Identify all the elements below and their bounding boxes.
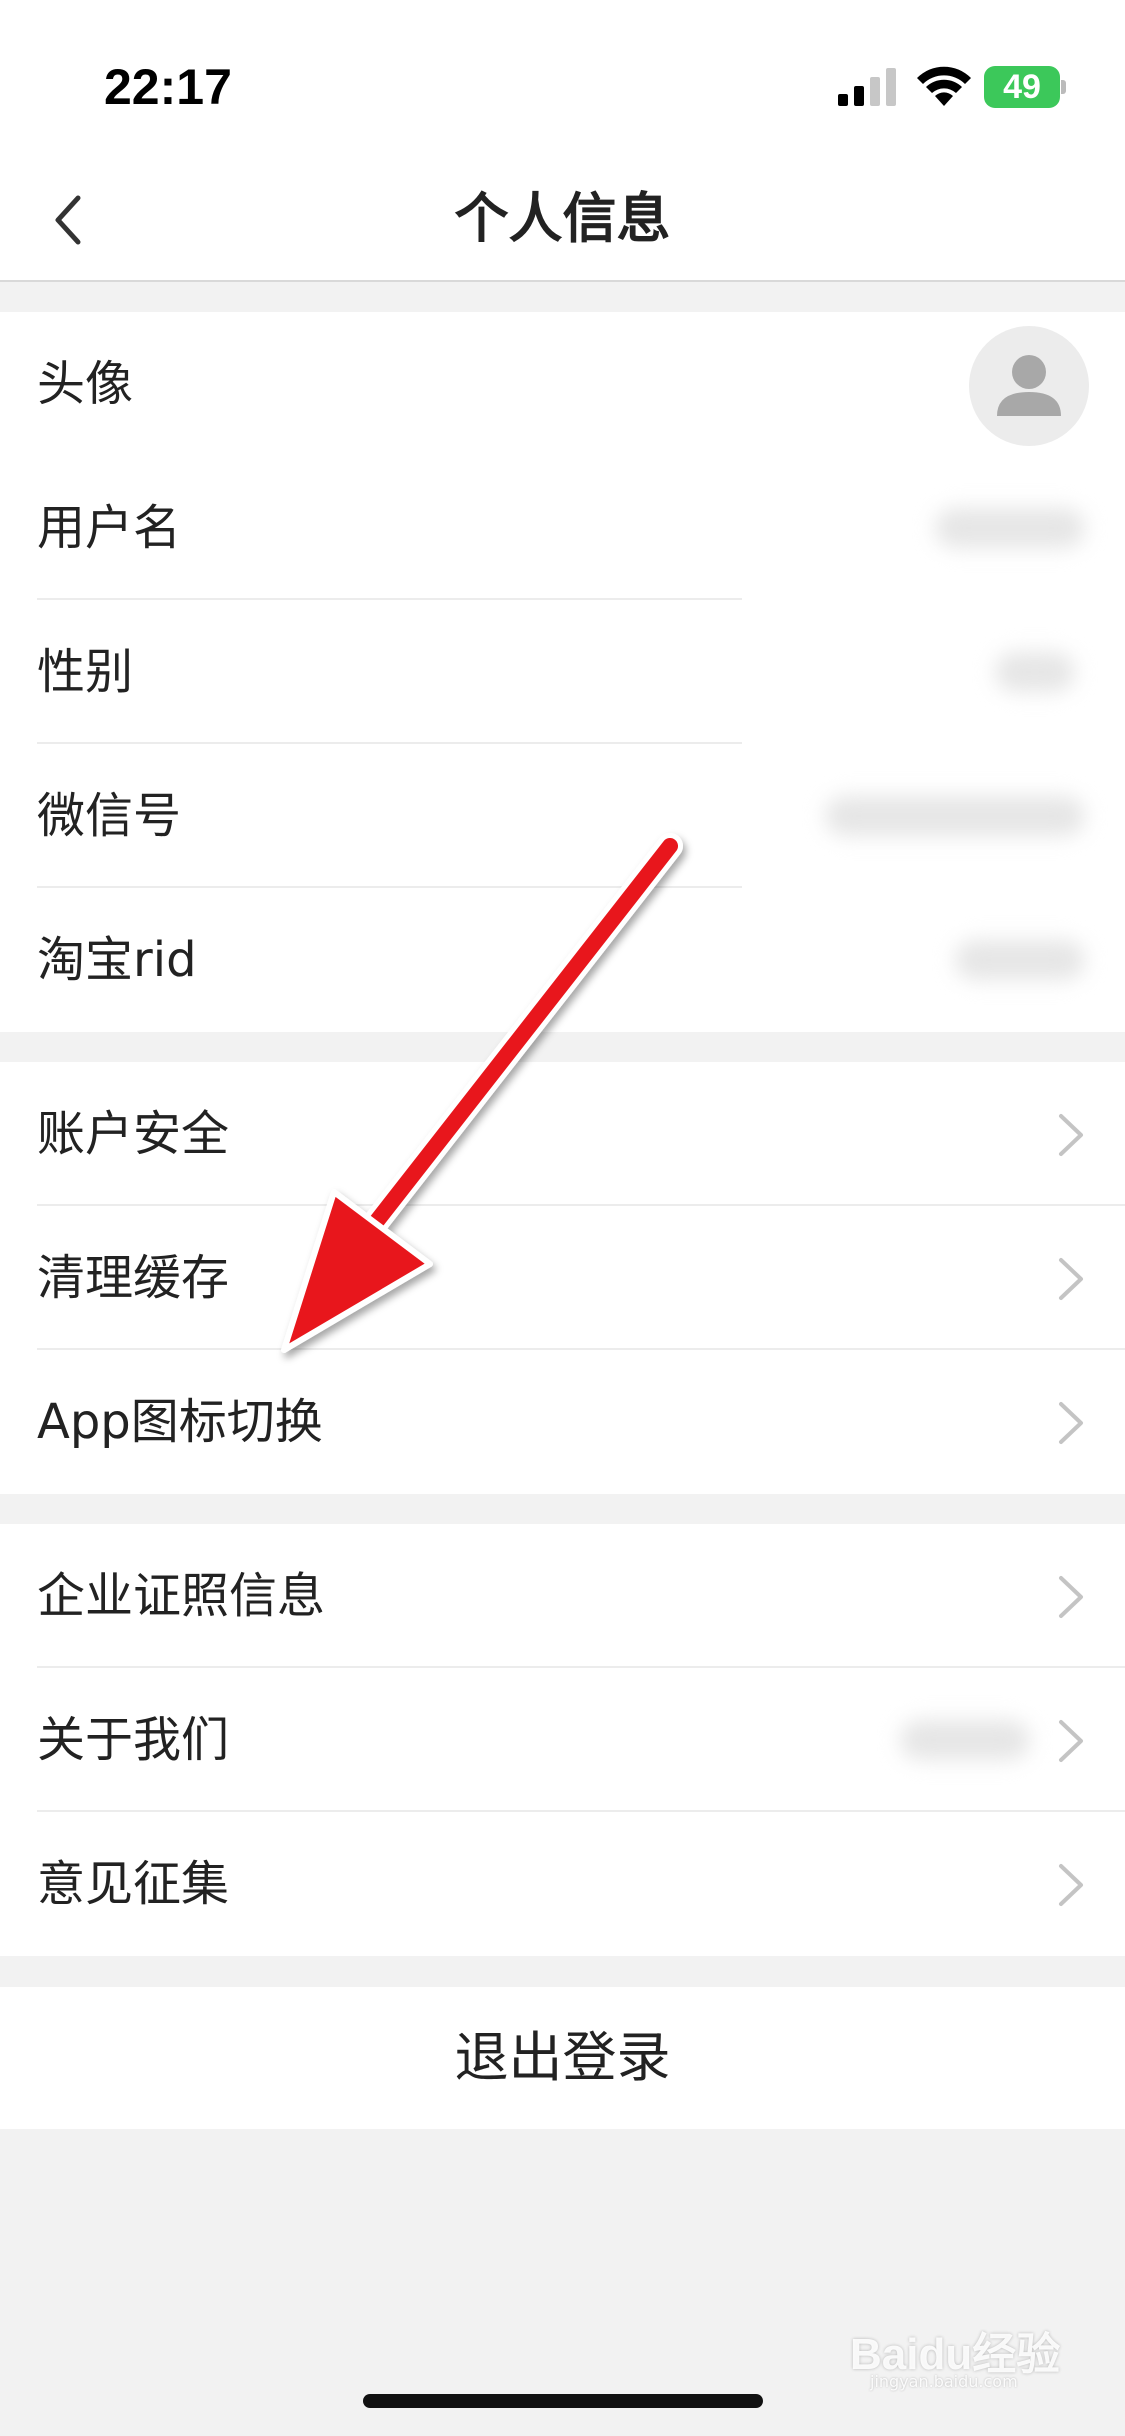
row-gender[interactable]: 性别 (0, 600, 1125, 744)
home-indicator[interactable] (363, 2394, 763, 2408)
wifi-icon (917, 66, 971, 106)
row-label: 头像 (37, 356, 134, 412)
avatar[interactable] (969, 326, 1089, 446)
chevron-right-icon (1059, 1258, 1083, 1300)
chevron-right-icon (1059, 1114, 1083, 1156)
info-group: 企业证照信息 关于我们 意见征集 (0, 1524, 1125, 1956)
row-label: 账户安全 (37, 1106, 230, 1162)
chevron-right-icon (1059, 1864, 1083, 1906)
logout-button[interactable]: 退出登录 (0, 1987, 1125, 2129)
blurred-value (825, 796, 1085, 836)
row-account-security[interactable]: 账户安全 (0, 1062, 1125, 1206)
personal-info-screen: 22:17 49 个人信息 头像 用户名 性别 微信号 淘宝rid 账户安全 清… (0, 0, 1125, 2436)
blurred-value (900, 1720, 1030, 1760)
chevron-right-icon (1059, 1576, 1083, 1618)
logout-label: 退出登录 (454, 2026, 671, 2089)
status-bar: 22:17 49 (0, 0, 1125, 160)
row-avatar[interactable]: 头像 (0, 312, 1125, 456)
row-username[interactable]: 用户名 (0, 456, 1125, 600)
row-label: 企业证照信息 (37, 1568, 326, 1624)
profile-group: 头像 用户名 性别 微信号 淘宝rid (0, 312, 1125, 1032)
page-title: 个人信息 (454, 187, 671, 250)
blurred-value (995, 652, 1075, 692)
status-time: 22:17 (104, 59, 232, 115)
row-wechat-id[interactable]: 微信号 (0, 744, 1125, 888)
row-label: 意见征集 (37, 1856, 230, 1912)
nav-bar: 个人信息 (0, 160, 1125, 282)
battery-charging-icon: 49 (984, 66, 1066, 108)
battery-cap (1061, 80, 1066, 94)
blurred-value (935, 508, 1085, 548)
chevron-right-icon (1059, 1720, 1083, 1762)
row-app-icon-switch[interactable]: App图标切换 (0, 1350, 1125, 1494)
row-label: 性别 (37, 644, 134, 700)
row-business-license[interactable]: 企业证照信息 (0, 1524, 1125, 1668)
cellular-signal-icon (838, 68, 896, 106)
chevron-right-icon (1059, 1402, 1083, 1444)
baidu-watermark-url: jingyan.baidu.com (870, 2372, 1018, 2391)
row-label: App图标切换 (37, 1394, 323, 1450)
blurred-value (955, 940, 1085, 980)
row-label: 淘宝rid (37, 932, 197, 988)
row-label: 关于我们 (37, 1712, 230, 1768)
user-silhouette-icon (997, 355, 1061, 416)
battery-percent: 49 (1003, 68, 1041, 106)
row-taobao-rid[interactable]: 淘宝rid (0, 888, 1125, 1032)
row-about-us[interactable]: 关于我们 (0, 1668, 1125, 1812)
row-clear-cache[interactable]: 清理缓存 (0, 1206, 1125, 1350)
row-label: 清理缓存 (37, 1250, 230, 1306)
settings-group: 账户安全 清理缓存 App图标切换 (0, 1062, 1125, 1494)
row-label: 微信号 (37, 788, 182, 844)
row-feedback[interactable]: 意见征集 (0, 1812, 1125, 1956)
row-label: 用户名 (37, 500, 182, 556)
